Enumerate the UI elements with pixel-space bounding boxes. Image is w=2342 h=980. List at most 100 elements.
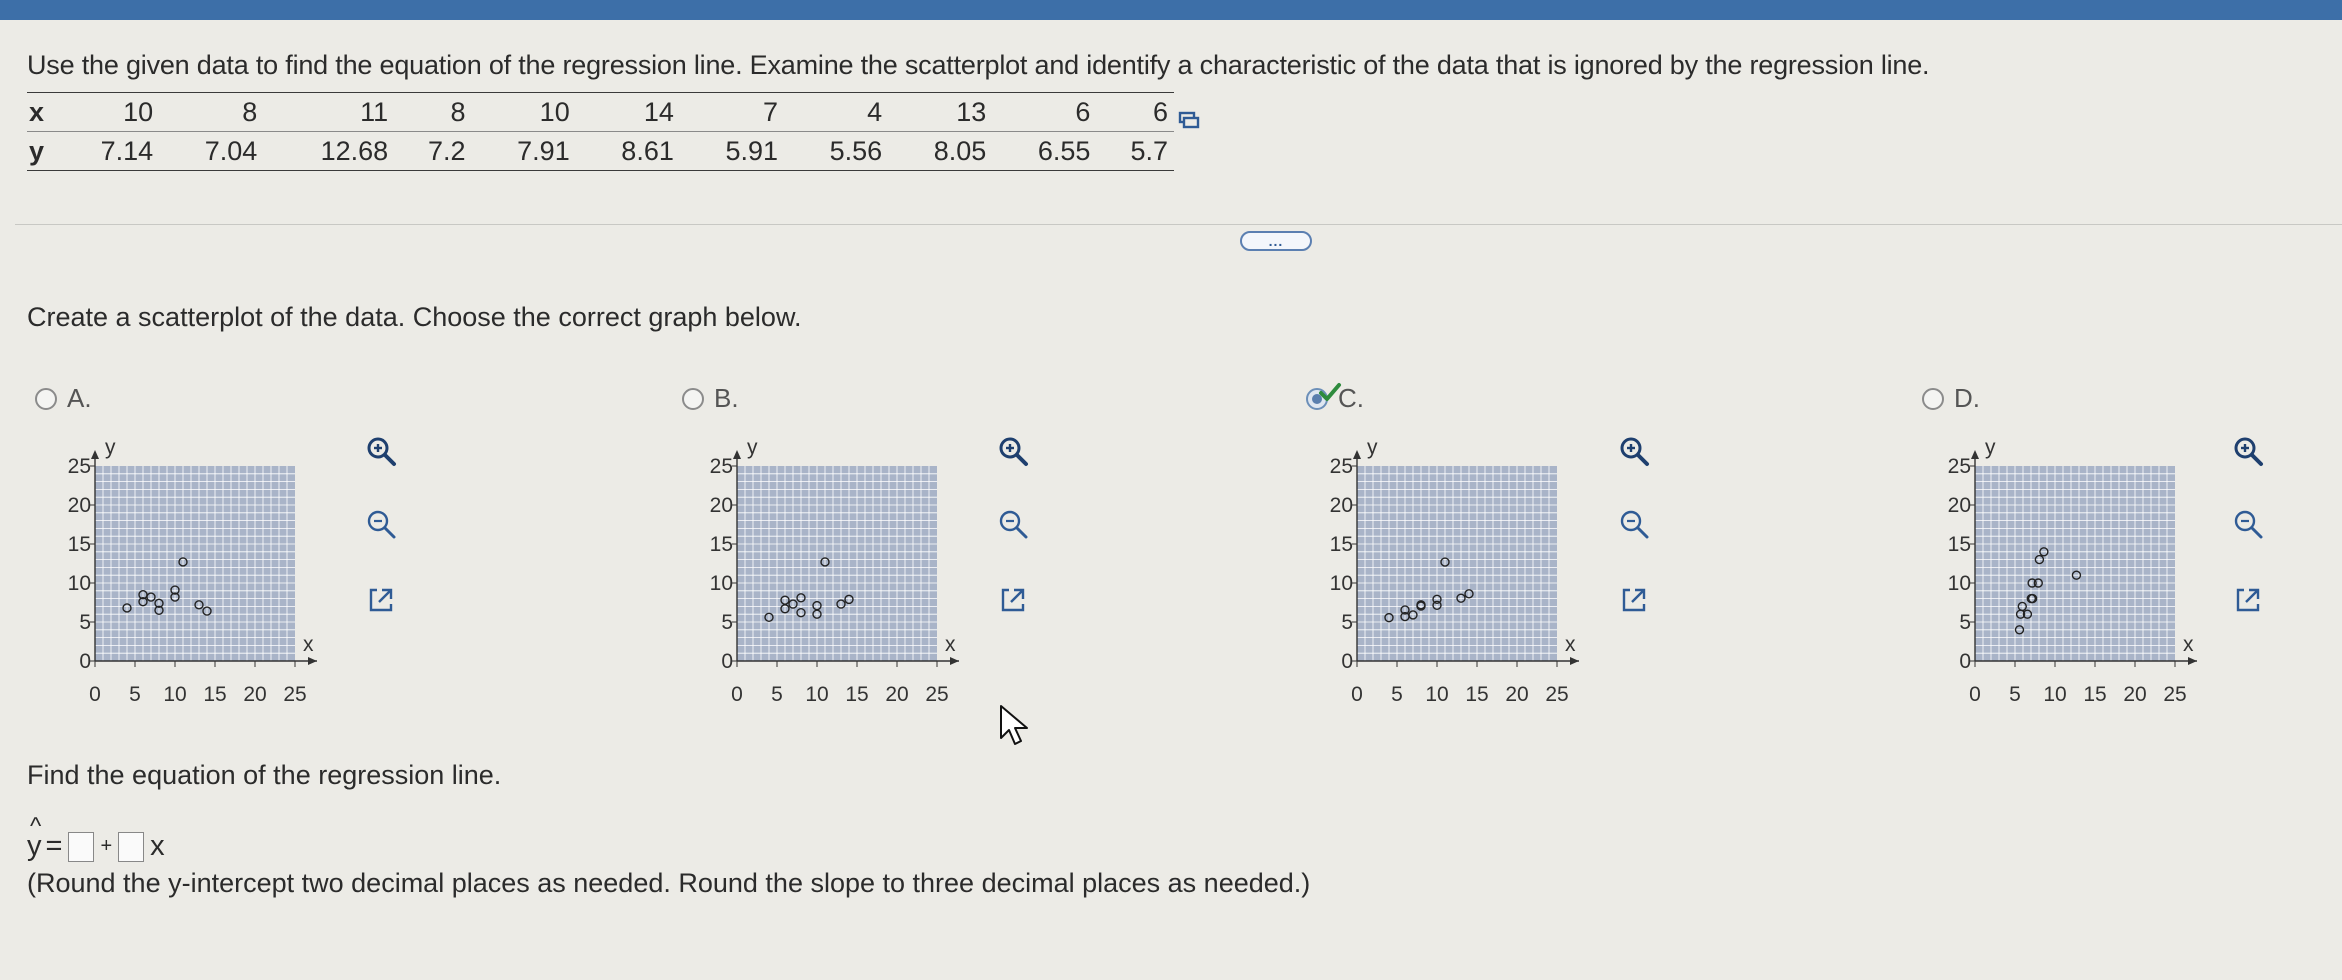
y-axis-arrow: [1971, 450, 1979, 459]
rounding-instructions: (Round the y-intercept two decimal place…: [27, 868, 1311, 898]
slope-input[interactable]: [118, 831, 145, 862]
y-axis-label: y: [747, 436, 758, 459]
y-tick-label: 25: [1330, 455, 1353, 478]
x-axis-arrow: [950, 657, 959, 665]
y-tick-label: 25: [68, 455, 91, 478]
y-tick-label: 15: [1330, 533, 1353, 556]
y-value: 7.2: [394, 131, 472, 171]
x-value: 8: [159, 92, 264, 132]
data-table-y-row: y 7.14 7.04 12.68 7.2 7.91 8.61 5.91 5.5…: [27, 131, 1174, 171]
x-tick-label: 25: [283, 683, 306, 706]
y-value: 5.7: [1096, 131, 1174, 171]
y-hat: ^ y: [27, 813, 42, 863]
open-external-icon[interactable]: [365, 584, 397, 616]
y-value: 7.91: [471, 131, 576, 171]
y-tick-label: 20: [1948, 494, 1971, 517]
zoom-in-icon[interactable]: [365, 435, 397, 467]
y-axis-label: y: [1367, 436, 1378, 459]
top-bar: [0, 0, 2342, 20]
zoom-in-icon[interactable]: [2232, 435, 2264, 467]
zoom-out-icon[interactable]: [2232, 508, 2264, 540]
y-tick-label: 0: [721, 650, 733, 673]
x-value: 6: [992, 92, 1097, 132]
x-tick-label: 10: [163, 683, 186, 706]
x-value: 10: [471, 92, 576, 132]
copy-icon[interactable]: [1178, 108, 1200, 130]
y-value: 5.91: [679, 131, 784, 171]
y-tick-label: 10: [1330, 572, 1353, 595]
zoom-in-icon[interactable]: [997, 435, 1029, 467]
intercept-input[interactable]: [68, 831, 95, 862]
plot-area: [1975, 466, 2175, 661]
y-value: 12.68: [263, 131, 395, 171]
open-external-icon[interactable]: [1618, 584, 1650, 616]
y-value: 5.56: [784, 131, 889, 171]
y-tick-label: 25: [1948, 455, 1971, 478]
graph-option-a: 0 5 10 15 20 25 0 5 10 15 20 25 y x: [68, 436, 317, 706]
y-tick-label: 15: [1948, 533, 1971, 556]
scatterplot-prompt: Create a scatterplot of the data. Choose…: [27, 302, 802, 332]
x-tick-label: 0: [1969, 683, 1981, 706]
data-table-x-row: x 10 8 11 8 10 14 7 4 13 6 6: [27, 92, 1174, 132]
graph-option-b: 0 5 10 15 20 25 0 5 10 15 20 25 y x: [710, 436, 959, 706]
open-external-icon[interactable]: [2232, 584, 2264, 616]
y-value: 7.14: [55, 131, 160, 171]
option-a-label: A.: [67, 383, 92, 413]
x-value: 13: [888, 92, 993, 132]
check-icon: [1319, 383, 1341, 401]
option-a-radio[interactable]: [35, 387, 57, 410]
x-tick-label: 15: [1465, 683, 1488, 706]
option-b[interactable]: B.: [682, 383, 739, 414]
more-button-label: ...: [1268, 233, 1284, 249]
x-value: 8: [394, 92, 472, 132]
x-tick-label: 5: [1391, 683, 1403, 706]
plot-area: [95, 466, 295, 661]
y-tick-label: 0: [1341, 650, 1353, 673]
open-external-icon[interactable]: [997, 584, 1029, 616]
x-tick-label: 0: [1351, 683, 1363, 706]
y-tick-label: 20: [1330, 494, 1353, 517]
y-tick-label: 15: [710, 533, 733, 556]
option-a[interactable]: A.: [35, 383, 92, 414]
equals-sign: =: [45, 830, 63, 862]
option-d[interactable]: D.: [1922, 383, 1980, 414]
section-divider: [15, 224, 2342, 225]
x-value: 6: [1096, 92, 1174, 132]
zoom-out-icon[interactable]: [365, 508, 397, 540]
x-tick-label: 20: [885, 683, 908, 706]
y-tick-label: 0: [1959, 650, 1971, 673]
option-d-label: D.: [1954, 383, 1980, 413]
y-tick-label: 5: [79, 611, 91, 634]
option-d-radio[interactable]: [1922, 387, 1944, 410]
x-tick-label: 0: [89, 683, 101, 706]
option-b-radio[interactable]: [682, 387, 704, 410]
x-symbol: x: [150, 830, 165, 862]
question-text: Use the given data to find the equation …: [27, 50, 1930, 80]
y-axis-arrow: [733, 450, 741, 459]
x-tick-label: 10: [805, 683, 828, 706]
x-value: 10: [55, 92, 160, 132]
y-value: 7.04: [159, 131, 264, 171]
more-button[interactable]: ...: [1240, 231, 1312, 251]
y-row-label: y: [27, 131, 55, 171]
zoom-out-icon[interactable]: [997, 508, 1029, 540]
plus-sign: +: [100, 835, 113, 857]
y-tick-label: 5: [1341, 611, 1353, 634]
mouse-cursor-icon: [1000, 705, 1028, 745]
zoom-out-icon[interactable]: [1618, 508, 1650, 540]
x-tick-label: 5: [2009, 683, 2021, 706]
y-tick-label: 20: [68, 494, 91, 517]
x-value: 11: [263, 92, 395, 132]
x-tick-label: 20: [2123, 683, 2146, 706]
x-tick-label: 20: [243, 683, 266, 706]
x-axis-label: x: [303, 633, 314, 656]
x-tick-label: 25: [925, 683, 948, 706]
graph-option-c: 0 5 10 15 20 25 0 5 10 15 20 25 y x: [1330, 436, 1579, 706]
graph-option-d: 0 5 10 15 20 25 0 5 10 15 20 25 y x: [1948, 436, 2197, 706]
y-axis-label: y: [105, 436, 116, 459]
x-axis-arrow: [2188, 657, 2197, 665]
zoom-in-icon[interactable]: [1618, 435, 1650, 467]
x-tick-label: 5: [771, 683, 783, 706]
y-tick-label: 25: [710, 455, 733, 478]
hat-symbol: ^: [30, 813, 42, 840]
